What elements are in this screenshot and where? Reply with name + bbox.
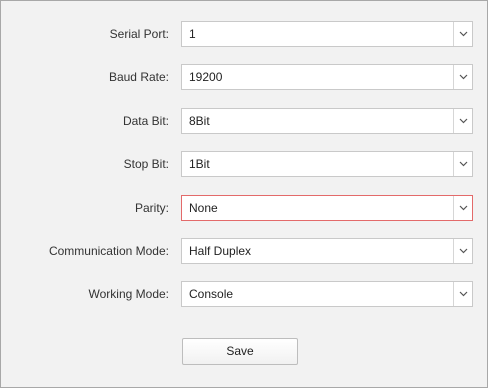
baud-rate-label: Baud Rate: <box>108 70 169 84</box>
communication-mode-select[interactable]: Half Duplex <box>181 238 473 264</box>
working-mode-value: Console <box>189 287 234 301</box>
communication-mode-label: Communication Mode: <box>48 244 169 258</box>
serial-port-label: Serial Port: <box>109 27 169 41</box>
working-mode-label: Working Mode: <box>88 287 169 301</box>
chevron-down-icon[interactable] <box>453 109 472 133</box>
data-bit-select[interactable]: 8Bit <box>181 108 473 134</box>
parity-label: Parity: <box>134 201 169 215</box>
chevron-down-icon[interactable] <box>453 65 472 89</box>
chevron-down-icon[interactable] <box>453 22 472 46</box>
chevron-down-icon[interactable] <box>453 196 472 220</box>
serial-port-value: 1 <box>189 27 196 41</box>
data-bit-value: 8Bit <box>189 114 210 128</box>
baud-rate-row: Baud Rate: 19200 <box>1 64 487 90</box>
serial-port-select[interactable]: 1 <box>181 21 473 47</box>
chevron-down-icon[interactable] <box>453 239 472 263</box>
stop-bit-row: Stop Bit: 1Bit <box>1 151 487 177</box>
communication-mode-row: Communication Mode: Half Duplex <box>1 238 487 264</box>
chevron-down-icon[interactable] <box>453 152 472 176</box>
parity-row: Parity: None <box>1 195 487 221</box>
communication-mode-value: Half Duplex <box>189 244 252 258</box>
working-mode-select[interactable]: Console <box>181 281 473 307</box>
stop-bit-select[interactable]: 1Bit <box>181 151 473 177</box>
parity-value: None <box>189 201 218 215</box>
serial-port-row: Serial Port: 1 <box>1 21 487 47</box>
baud-rate-value: 19200 <box>189 70 223 84</box>
serial-port-settings-panel: Serial Port: 1 Baud Rate: 19200 Data Bit… <box>0 0 488 388</box>
stop-bit-label: Stop Bit: <box>123 157 169 171</box>
chevron-down-icon[interactable] <box>453 282 472 306</box>
data-bit-label: Data Bit: <box>122 114 169 128</box>
stop-bit-value: 1Bit <box>189 157 210 171</box>
save-button[interactable]: Save <box>182 338 298 365</box>
data-bit-row: Data Bit: 8Bit <box>1 108 487 134</box>
working-mode-row: Working Mode: Console <box>1 281 487 307</box>
baud-rate-select[interactable]: 19200 <box>181 64 473 90</box>
parity-select[interactable]: None <box>181 195 473 221</box>
